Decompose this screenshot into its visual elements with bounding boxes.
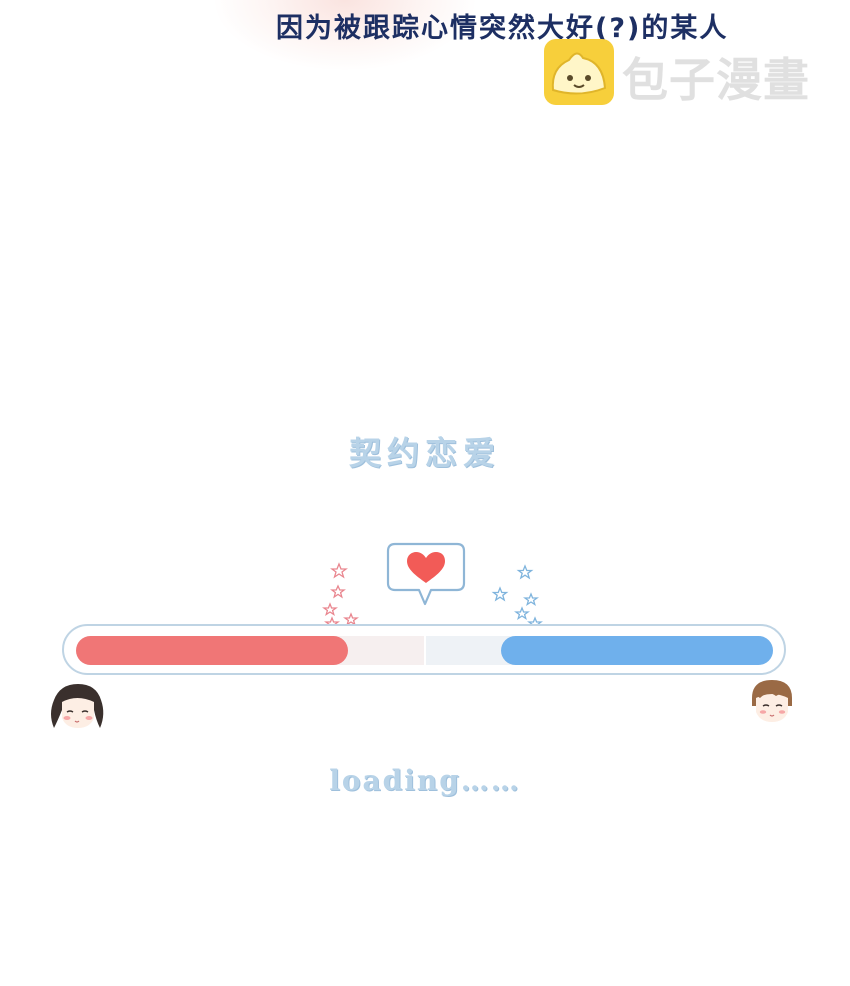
watermark-text: 包子漫畫 [622, 53, 810, 107]
page-title: 契约恋爱 [348, 434, 501, 472]
girl-avatar-icon [51, 684, 104, 728]
steamed-bun-icon [544, 39, 614, 105]
pink-stars-icon [322, 562, 359, 631]
loading-text: loading…… [329, 764, 521, 797]
progress-fill-blue [501, 636, 773, 665]
boy-avatar-icon [752, 680, 792, 722]
progress-fill-red [76, 636, 348, 665]
heart-bubble-icon [386, 542, 466, 606]
